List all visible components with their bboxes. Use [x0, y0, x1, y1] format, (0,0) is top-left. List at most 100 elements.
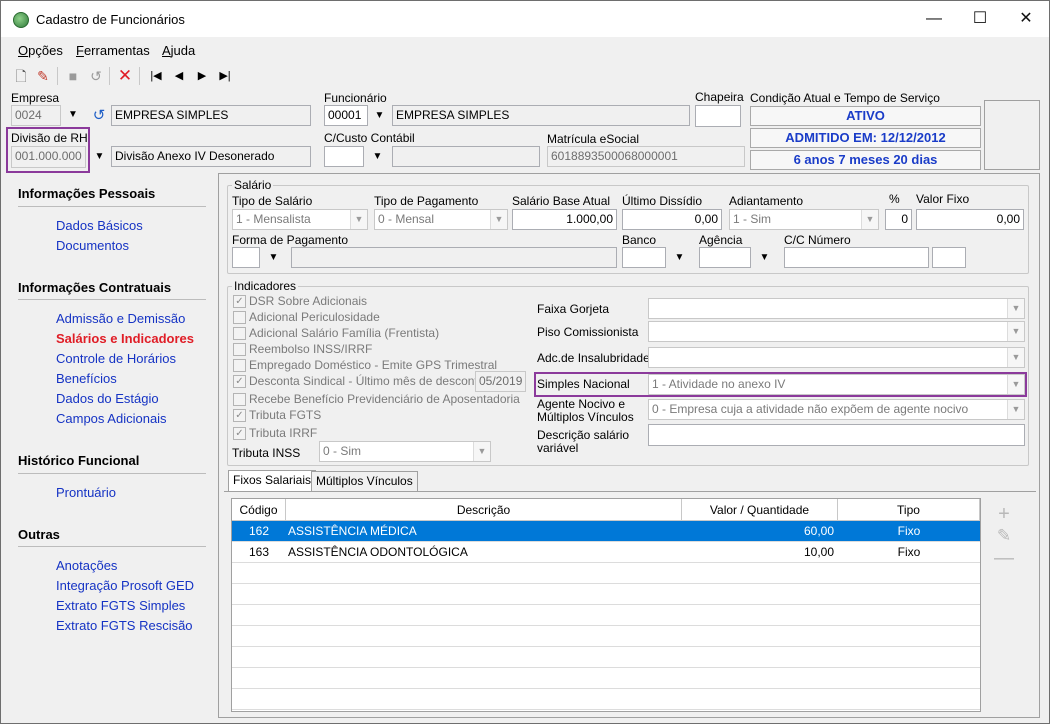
column-header-tipo[interactable]: Tipo: [838, 499, 980, 521]
prev-icon[interactable]: ◀: [170, 67, 188, 85]
forma-pagamento-name: [291, 247, 617, 268]
chevron-down-icon[interactable]: ▼: [90, 146, 109, 167]
edit-icon[interactable]: ✎: [34, 67, 52, 85]
cc-digito-field[interactable]: [932, 247, 966, 268]
checkbox-irrf[interactable]: ✓: [233, 427, 246, 440]
sidebar-item-ged[interactable]: Integração Prosoft GED: [56, 578, 194, 593]
table-row-empty[interactable]: [232, 626, 980, 647]
tipo-pagamento-select[interactable]: 0 - Mensal ▼: [374, 209, 508, 230]
column-header-codigo[interactable]: Código: [232, 499, 286, 521]
menu-ajuda[interactable]: Ajuda: [162, 43, 195, 58]
minus-icon[interactable]: —: [994, 547, 1014, 570]
piso-select[interactable]: ▼: [648, 321, 1025, 342]
banco-field[interactable]: [622, 247, 666, 268]
sidebar-item-documentos[interactable]: Documentos: [56, 238, 129, 253]
sidebar-item-estagio[interactable]: Dados do Estágio: [56, 391, 159, 406]
tab-multiplos-vinculos[interactable]: Múltiplos Vínculos: [311, 471, 418, 491]
pencil-icon[interactable]: ✎: [994, 526, 1014, 546]
minimize-button[interactable]: —: [911, 1, 957, 37]
sidebar-item-fgts-simples[interactable]: Extrato FGTS Simples: [56, 598, 185, 613]
table-row-empty[interactable]: [232, 668, 980, 689]
desconto-mes-field[interactable]: 05/2019: [475, 371, 526, 392]
cell-descricao: ASSISTÊNCIA MÉDICA: [288, 524, 417, 538]
table-row-empty[interactable]: [232, 563, 980, 584]
valor-fixo-field[interactable]: 0,00: [916, 209, 1024, 230]
faixa-gorjeta-select[interactable]: ▼: [648, 298, 1025, 319]
new-doc-icon[interactable]: 🗋: [12, 67, 30, 85]
title-bar: Cadastro de Funcionários — ☐ ✕: [1, 1, 1049, 37]
table-row-empty[interactable]: [232, 689, 980, 710]
checkbox-fgts[interactable]: ✓: [233, 409, 246, 422]
first-icon[interactable]: |◀: [147, 67, 165, 85]
checkbox-label: Tributa FGTS: [249, 408, 322, 422]
window-title: Cadastro de Funcionários: [36, 12, 185, 27]
chevron-down-icon[interactable]: ▼: [670, 247, 689, 268]
chevron-down-icon[interactable]: ▼: [264, 247, 283, 268]
photo-box[interactable]: [984, 100, 1040, 170]
next-icon[interactable]: ▶: [193, 67, 211, 85]
checkbox-salario-familia[interactable]: [233, 327, 246, 340]
sidebar-item-dados-basicos[interactable]: Dados Básicos: [56, 218, 143, 233]
salario-base-label: Salário Base Atual: [512, 194, 611, 208]
sidebar-item-horarios[interactable]: Controle de Horários: [56, 351, 176, 366]
table-row-empty[interactable]: [232, 647, 980, 668]
funcionario-label: Funcionário: [324, 91, 387, 105]
divisao-code-field[interactable]: 001.000.000: [11, 146, 86, 168]
tab-fixos-salariais[interactable]: Fixos Salariais: [228, 470, 317, 492]
descricao-variavel-field[interactable]: [648, 424, 1025, 446]
sidebar-item-fgts-rescisao[interactable]: Extrato FGTS Rescisão: [56, 618, 193, 633]
funcionario-code-field[interactable]: 00001: [324, 105, 368, 126]
tipo-salario-select[interactable]: 1 - Mensalista ▼: [232, 209, 368, 230]
cell-tipo: Fixo: [897, 524, 921, 538]
table-row[interactable]: 163 ASSISTÊNCIA ODONTOLÓGICA 10,00 Fixo: [232, 542, 980, 563]
percent-field[interactable]: 0: [885, 209, 912, 230]
maximize-button[interactable]: ☐: [957, 1, 1003, 37]
checkbox-domestico[interactable]: [233, 359, 246, 372]
forma-pagamento-field[interactable]: [232, 247, 260, 268]
ultimo-dissidio-field[interactable]: 0,00: [622, 209, 722, 230]
save-icon[interactable]: ■: [64, 67, 82, 85]
chapeira-field[interactable]: [695, 105, 741, 127]
checkbox-aposentadoria[interactable]: [233, 393, 246, 406]
menu-ferramentas[interactable]: Ferramentas: [76, 43, 150, 58]
chevron-down-icon[interactable]: ▼: [368, 146, 387, 167]
checkbox-periculosidade[interactable]: [233, 311, 246, 324]
table-row-empty[interactable]: [232, 605, 980, 626]
simples-select[interactable]: 1 - Atividade no anexo IV ▼: [648, 374, 1025, 395]
insalubridade-select[interactable]: ▼: [648, 347, 1025, 368]
checkbox-sindical[interactable]: ✓: [233, 375, 246, 388]
sidebar-item-anotacoes[interactable]: Anotações: [56, 558, 117, 573]
delete-icon[interactable]: ✕: [116, 67, 134, 85]
refresh-icon[interactable]: ↺: [89, 106, 109, 125]
column-header-valor[interactable]: Valor / Quantidade: [682, 499, 838, 521]
close-button[interactable]: ✕: [1003, 1, 1049, 37]
checkbox-reembolso[interactable]: [233, 343, 246, 356]
chevron-down-icon: ▼: [1007, 322, 1024, 341]
table-row-empty[interactable]: [232, 584, 980, 605]
cc-numero-field[interactable]: [784, 247, 929, 268]
sidebar-item-campos-adicionais[interactable]: Campos Adicionais: [56, 411, 167, 426]
empresa-code-field[interactable]: 0024: [11, 105, 61, 126]
adiantamento-select[interactable]: 1 - Sim ▼: [729, 209, 879, 230]
sidebar-item-admissao[interactable]: Admissão e Demissão: [56, 311, 185, 326]
salario-base-field[interactable]: 1.000,00: [512, 209, 617, 230]
sidebar-item-salarios[interactable]: Salários e Indicadores: [56, 331, 194, 346]
ccusto-field[interactable]: [324, 146, 364, 167]
tributa-inss-select[interactable]: 0 - Sim ▼: [319, 441, 491, 462]
checkbox-dsr[interactable]: ✓: [233, 295, 246, 308]
agencia-field[interactable]: [699, 247, 751, 268]
agente-select[interactable]: 0 - Empresa cuja a atividade não expõem …: [648, 399, 1025, 420]
menu-opcoes[interactable]: Opções: [18, 43, 63, 58]
table-row[interactable]: 162 ASSISTÊNCIA MÉDICA 60,00 Fixo: [232, 521, 980, 542]
chevron-down-icon[interactable]: ▼: [755, 247, 774, 268]
column-header-descricao[interactable]: Descrição: [286, 499, 682, 521]
sidebar-divider: [18, 299, 206, 300]
last-icon[interactable]: ▶|: [216, 67, 234, 85]
chevron-down-icon[interactable]: ▼: [62, 105, 84, 126]
chevron-down-icon[interactable]: ▼: [370, 105, 389, 126]
matricula-field[interactable]: 6018893500068000001: [547, 146, 745, 167]
sidebar-item-beneficios[interactable]: Benefícios: [56, 371, 117, 386]
undo-icon[interactable]: ↺: [87, 67, 105, 85]
sidebar-item-prontuario[interactable]: Prontuário: [56, 485, 116, 500]
plus-icon[interactable]: +: [994, 503, 1014, 526]
